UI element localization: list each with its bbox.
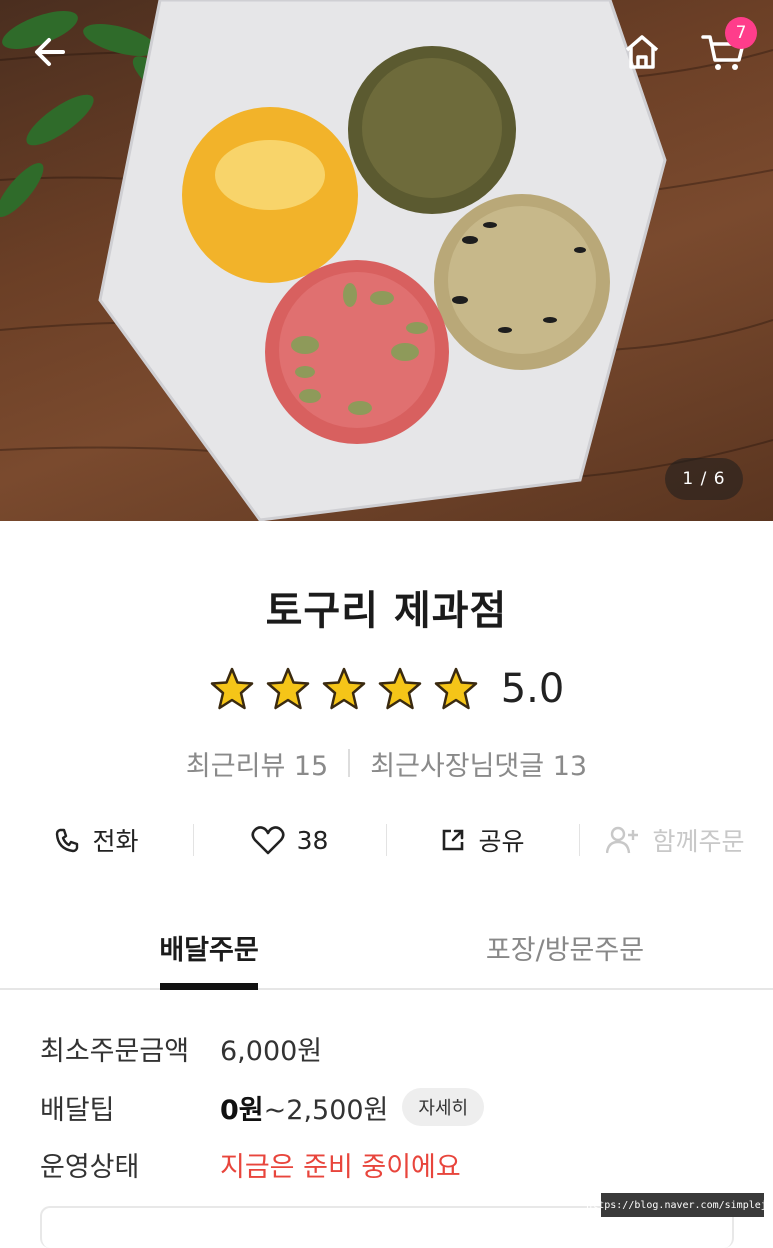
rating-value: 5.0 — [500, 666, 565, 712]
watermark: https://blog.naver.com/simplejj_ — [586, 1193, 773, 1217]
group-order-button[interactable]: 함께주문 — [579, 816, 772, 864]
group-order-label: 함께주문 — [652, 827, 745, 856]
share-label: 공유 — [478, 827, 525, 856]
star-icon — [266, 667, 309, 710]
like-button[interactable]: 38 — [193, 816, 386, 864]
like-count: 38 — [296, 825, 329, 855]
rating: 5.0 — [0, 664, 773, 714]
rating-stars — [209, 666, 479, 712]
order-type-tabs: 배달주문 포장/방문주문 — [0, 920, 773, 990]
home-button[interactable] — [614, 26, 670, 78]
muffin-photo — [0, 0, 773, 521]
arrow-left-icon — [35, 38, 65, 66]
tab-pickup[interactable]: 포장/방문주문 — [460, 920, 670, 988]
heart-icon — [251, 826, 285, 855]
delivery-tip-min: 0원 — [220, 1094, 264, 1126]
store-actions: 전화 38 공유 함께주문 — [0, 816, 773, 864]
min-order-value: 6,000원 — [220, 1035, 323, 1067]
share-button[interactable]: 공유 — [386, 816, 579, 864]
star-icon — [210, 667, 253, 710]
image-pager: 1 / 6 — [665, 458, 743, 500]
tab-delivery[interactable]: 배달주문 — [150, 920, 268, 990]
back-button[interactable] — [22, 26, 78, 78]
home-icon — [625, 35, 659, 69]
add-user-icon — [606, 826, 639, 854]
status-label: 운영상태 — [40, 1151, 140, 1183]
divider — [348, 749, 351, 777]
status-value: 지금은 준비 중이에요 — [220, 1151, 461, 1183]
star-icon — [378, 667, 421, 710]
min-order-row: 최소주문금액 6,000원 — [40, 1026, 740, 1070]
cart-count-badge: 7 — [725, 17, 757, 49]
delivery-tip-label: 배달팁 — [40, 1094, 115, 1126]
call-button[interactable]: 전화 — [0, 816, 193, 864]
delivery-tip-range: ~2,500원 — [263, 1094, 389, 1126]
owner-replies-link[interactable]: 최근사장님댓글 13 — [370, 744, 587, 783]
min-order-label: 최소주문금액 — [40, 1035, 190, 1067]
delivery-tip-detail-button[interactable]: 자세히 — [402, 1088, 485, 1126]
call-label: 전화 — [92, 827, 139, 856]
delivery-tip-row: 배달팁 0원 ~2,500원 자세히 — [40, 1085, 740, 1129]
store-name: 토구리 제과점 — [265, 588, 508, 634]
delivery-tip-value: 0원 ~2,500원 자세히 — [220, 1088, 485, 1127]
review-summary: 최근리뷰 15 최근사장님댓글 13 — [0, 743, 773, 783]
star-icon — [434, 667, 477, 710]
share-icon — [443, 829, 464, 851]
star-icon — [322, 667, 365, 710]
status-row: 운영상태 지금은 준비 중이에요 — [40, 1142, 740, 1186]
recent-reviews-link[interactable]: 최근리뷰 15 — [186, 744, 328, 783]
store-photo[interactable]: 7 1 / 6 — [0, 0, 773, 521]
phone-icon — [56, 828, 79, 853]
